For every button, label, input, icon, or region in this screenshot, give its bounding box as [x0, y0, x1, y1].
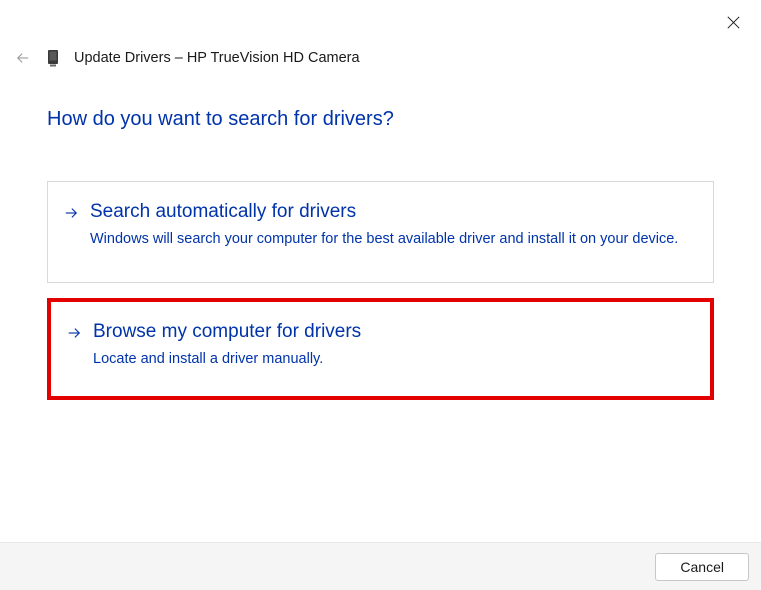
arrow-left-icon — [16, 51, 30, 65]
wizard-header: Update Drivers – HP TrueVision HD Camera — [14, 48, 360, 68]
option-description: Locate and install a driver manually. — [93, 349, 692, 370]
close-icon — [727, 16, 740, 29]
option-text: Search automatically for drivers Windows… — [90, 200, 695, 250]
option-description: Windows will search your computer for th… — [90, 229, 695, 250]
option-search-automatically[interactable]: Search automatically for drivers Windows… — [47, 181, 714, 283]
back-button[interactable] — [14, 49, 32, 67]
option-title: Browse my computer for drivers — [93, 320, 692, 345]
option-text: Browse my computer for drivers Locate an… — [93, 320, 692, 370]
arrow-right-icon — [65, 324, 83, 342]
device-icon — [46, 48, 60, 68]
wizard-content: How do you want to search for drivers? S… — [47, 108, 714, 415]
close-button[interactable] — [723, 12, 743, 32]
cancel-button[interactable]: Cancel — [655, 553, 749, 581]
option-browse-computer[interactable]: Browse my computer for drivers Locate an… — [47, 298, 714, 400]
option-title: Search automatically for drivers — [90, 200, 695, 225]
wizard-question: How do you want to search for drivers? — [47, 108, 714, 131]
arrow-right-icon — [62, 204, 80, 222]
wizard-footer: Cancel — [0, 542, 761, 590]
wizard-title: Update Drivers – HP TrueVision HD Camera — [74, 50, 360, 66]
